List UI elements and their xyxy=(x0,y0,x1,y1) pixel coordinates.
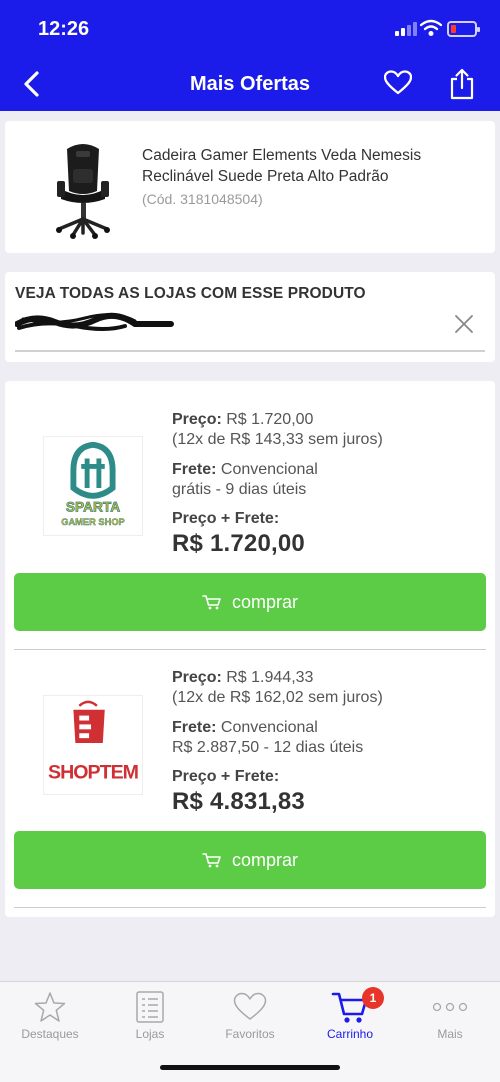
close-icon[interactable] xyxy=(454,314,474,334)
sparta-gamer-shop-logo: SPARTA GAMER SHOP xyxy=(43,436,143,536)
home-indicator[interactable] xyxy=(160,1065,340,1070)
tab-favoritos[interactable]: Favoritos xyxy=(200,990,300,1041)
price-label: Preço: xyxy=(172,411,222,428)
share-icon[interactable] xyxy=(449,68,475,100)
tab-label: Favoritos xyxy=(225,1027,275,1041)
offer-info: Preço: R$ 1.720,00 (12x de R$ 143,33 sem… xyxy=(172,410,383,558)
status-time: 12:26 xyxy=(38,18,90,40)
offer-item: SHOPTEM Preço: R$ 1.944,33 (12x de R$ 16… xyxy=(5,639,495,897)
tab-label: Carrinho xyxy=(326,1027,374,1041)
tab-label: Mais xyxy=(437,1027,463,1041)
more-icon xyxy=(432,1002,468,1012)
tab-carrinho[interactable]: 1 Carrinho xyxy=(300,987,400,1041)
product-card: Cadeira Gamer Elements Veda Nemesis Recl… xyxy=(5,121,495,253)
installments: (12x de R$ 162,02 sem juros) xyxy=(172,689,383,706)
offer-item: SPARTA GAMER SHOP Preço: R$ 1.720,00 (12… xyxy=(5,381,495,639)
shipping-type: Convencional xyxy=(220,461,318,478)
tab-label: Destaques xyxy=(21,1027,79,1041)
shipping-label: Frete: xyxy=(172,719,217,736)
divider xyxy=(15,350,485,352)
svg-text:SPARTA: SPARTA xyxy=(66,499,120,514)
wifi-icon xyxy=(420,19,442,36)
svg-text:SHOPTEM: SHOPTEM xyxy=(48,761,139,783)
heart-icon xyxy=(233,992,267,1020)
total-price: R$ 1.720,00 xyxy=(172,530,305,557)
total-price: R$ 4.831,83 xyxy=(172,788,305,815)
shipping-detail: R$ 2.887,50 - 12 dias úteis xyxy=(172,739,364,756)
total-label: Preço + Frete: xyxy=(172,510,280,527)
cart-icon xyxy=(202,853,221,868)
page-title: Mais Ofertas xyxy=(189,73,311,95)
buy-button-label: comprar xyxy=(231,849,298,870)
buy-button[interactable]: comprar xyxy=(14,831,486,889)
buy-button-label: comprar xyxy=(231,591,298,612)
product-code: (Cód. 3181048504) xyxy=(142,191,263,207)
price-value: R$ 1.944,33 xyxy=(226,669,314,686)
tab-lojas[interactable]: Lojas xyxy=(100,990,200,1041)
offers-list: SPARTA GAMER SHOP Preço: R$ 1.720,00 (12… xyxy=(5,381,495,917)
status-bar: 12:26 xyxy=(0,0,500,56)
list-icon xyxy=(136,991,164,1023)
battery-icon xyxy=(447,21,480,37)
cellular-signal-icon xyxy=(395,22,417,36)
shipping-detail: grátis - 9 dias úteis xyxy=(172,481,307,498)
shipping-label: Frete: xyxy=(172,461,217,478)
installments: (12x de R$ 143,33 sem juros) xyxy=(172,431,383,448)
svg-text:GAMER SHOP: GAMER SHOP xyxy=(61,517,125,527)
buy-button[interactable]: comprar xyxy=(14,573,486,631)
gaming-chair-image xyxy=(56,144,110,239)
cart-icon xyxy=(202,595,221,610)
stores-section-title: VEJA TODAS AS LOJAS COM ESSE PRODUTO xyxy=(15,285,366,302)
offer-info: Preço: R$ 1.944,33 (12x de R$ 162,02 sem… xyxy=(172,668,383,816)
price-label: Preço: xyxy=(172,669,222,686)
stores-filter-card: VEJA TODAS AS LOJAS COM ESSE PRODUTO xyxy=(5,272,495,362)
navigation-bar: Mais Ofertas xyxy=(0,56,500,111)
tab-destaques[interactable]: Destaques xyxy=(0,990,100,1041)
redacted-scribble xyxy=(15,312,174,331)
cart-badge: 1 xyxy=(362,987,384,1009)
product-name[interactable]: Cadeira Gamer Elements Veda Nemesis Recl… xyxy=(142,145,472,187)
star-icon xyxy=(34,992,66,1022)
offer-divider xyxy=(14,907,486,908)
total-label: Preço + Frete: xyxy=(172,768,280,785)
tab-label: Lojas xyxy=(135,1027,165,1041)
favorite-heart-icon[interactable] xyxy=(384,70,412,96)
tab-mais[interactable]: Mais xyxy=(400,990,500,1041)
shipping-type: Convencional xyxy=(220,719,318,736)
price-value: R$ 1.720,00 xyxy=(226,411,314,428)
shoptem-logo: SHOPTEM xyxy=(43,695,143,795)
